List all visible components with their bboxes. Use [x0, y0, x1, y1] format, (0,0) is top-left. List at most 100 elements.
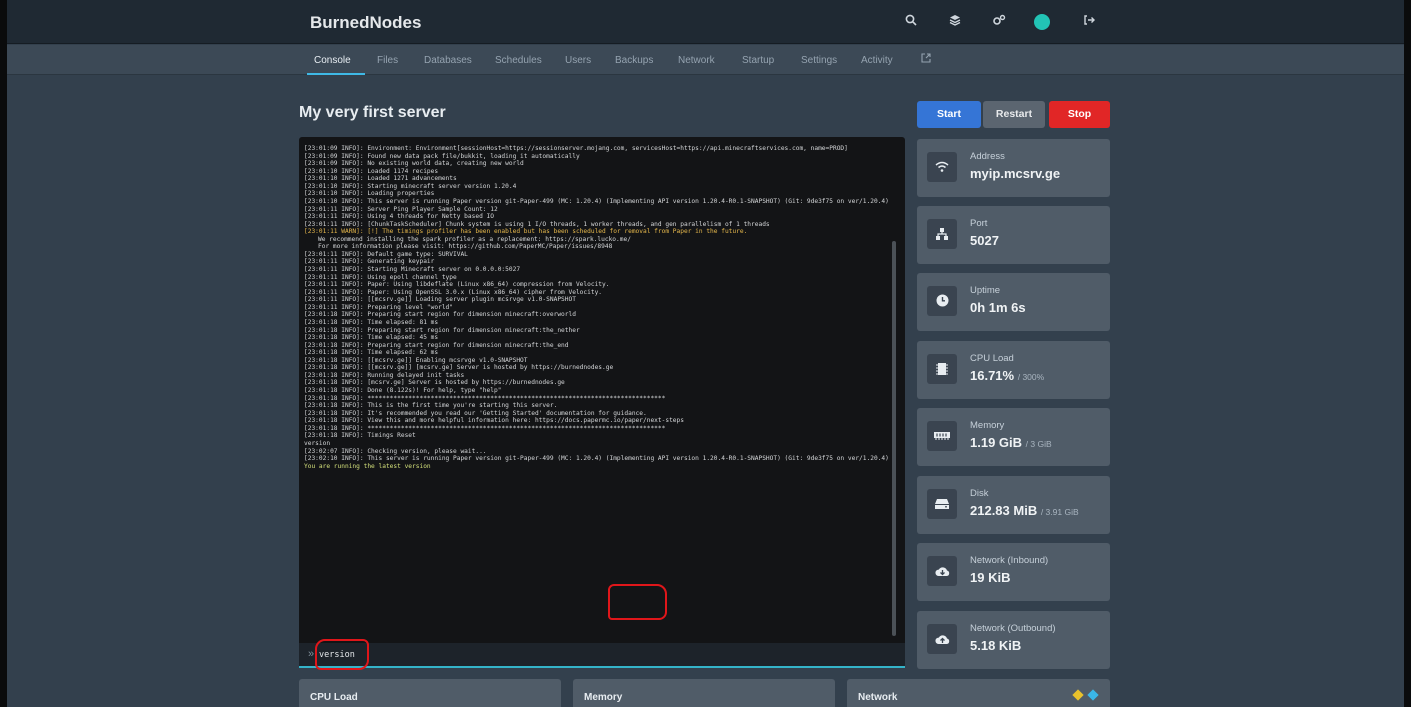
console-line: [23:01:09 INFO]: No existing world data,… — [304, 160, 524, 168]
card-title: Memory — [584, 692, 623, 703]
card-title: CPU Load — [310, 692, 358, 703]
disk-icon — [927, 489, 957, 519]
tab-startup[interactable]: Startup — [742, 55, 774, 66]
console-line: [23:01:10 INFO]: Loaded 1271 advancement… — [304, 175, 457, 183]
tab-schedules[interactable]: Schedules — [495, 55, 542, 66]
console-line: [23:01:11 INFO]: Using 4 threads for Net… — [304, 213, 494, 221]
console-line: [23:01:10 INFO]: Loaded 1174 recipes — [304, 167, 439, 175]
stop-button[interactable]: Stop — [1049, 101, 1110, 128]
console-line: [23:01:11 INFO]: Paper: Using libdeflate… — [304, 281, 610, 289]
stat-value: 16.71% / 300% — [970, 368, 1045, 383]
console-line: [23:01:18 INFO]: Preparing start region … — [304, 326, 580, 334]
upload-legend-icon — [1072, 689, 1084, 701]
active-tab-indicator — [307, 73, 365, 75]
console-line: [23:01:18 INFO]: Running delayed init ta… — [304, 371, 465, 379]
console-line: [23:01:11 INFO]: [ChunkTaskScheduler] Ch… — [304, 220, 770, 228]
console-output[interactable]: [23:01:09 INFO]: Environment: Environmen… — [299, 137, 905, 643]
stat-label: Disk — [970, 488, 989, 499]
search-icon[interactable] — [901, 12, 921, 32]
stat-card-disk: Disk 212.83 MiB / 3.91 GiB — [917, 476, 1110, 534]
brand-logo[interactable]: BurnedNodes — [310, 13, 421, 33]
nav-bar: Console Files Databases Schedules Users … — [7, 45, 1404, 75]
console-scrollbar[interactable] — [892, 241, 896, 636]
stat-card-memory: Memory 1.19 GiB / 3 GiB — [917, 408, 1110, 466]
stat-label: Network (Outbound) — [970, 623, 1056, 634]
stat-label: Port — [970, 218, 988, 229]
console-line: [23:01:09 INFO]: Found new data pack fil… — [304, 152, 580, 160]
start-button[interactable]: Start — [917, 101, 981, 128]
memory-icon — [927, 421, 957, 451]
cloud-download-icon — [927, 556, 957, 586]
console-line: [23:01:18 INFO]: Done (8.122s)! For help… — [304, 387, 502, 394]
restart-button[interactable]: Restart — [983, 101, 1045, 128]
logout-icon[interactable] — [1079, 12, 1099, 32]
tab-activity[interactable]: Activity — [861, 55, 893, 66]
stat-card-network-outbound: Network (Outbound) 5.18 KiB — [917, 611, 1110, 669]
stat-label: Uptime — [970, 285, 1001, 296]
tab-files[interactable]: Files — [377, 55, 398, 66]
card-title: Network — [858, 692, 898, 703]
console-line: [23:01:11 INFO]: Default game type: SURV… — [304, 250, 468, 258]
console-line: [23:01:18 INFO]: ***********************… — [304, 424, 666, 432]
clock-icon — [927, 286, 957, 316]
tab-settings[interactable]: Settings — [801, 55, 837, 66]
command-input[interactable] — [319, 647, 879, 663]
command-bar: » — [299, 643, 905, 668]
wifi-icon — [927, 152, 957, 182]
gears-icon[interactable] — [989, 12, 1009, 32]
memory-graph-card: Memory — [573, 679, 835, 707]
console-line: [23:01:11 INFO]: Using epoll channel typ… — [304, 273, 457, 281]
console-line: [23:01:18 INFO]: Time elapsed: 62 ms — [304, 349, 439, 357]
stat-value: 19 KiB — [970, 570, 1011, 585]
tab-databases[interactable]: Databases — [424, 55, 472, 66]
console-line: [23:01:18 INFO]: [[mcsrv.ge]] [mcsrv.ge]… — [304, 364, 614, 372]
console-line: We recommend installing the spark profil… — [318, 235, 631, 243]
tab-network[interactable]: Network — [678, 55, 715, 66]
console-line: [23:01:11 INFO]: Paper: Using OpenSSL 3.… — [304, 288, 603, 296]
console-line: You are running the latest version — [304, 462, 431, 470]
console-line: [23:01:10 INFO]: This server is running … — [304, 197, 889, 205]
console-line: [23:01:11 INFO]: Generating keypair — [304, 258, 435, 266]
stat-value: myip.mcsrv.ge — [970, 166, 1061, 181]
stat-label: CPU Load — [970, 353, 1014, 364]
console-line: [23:01:10 INFO]: Loading properties — [304, 190, 435, 198]
top-bar: BurnedNodes — [7, 0, 1404, 44]
annotation-highlight-command — [315, 639, 369, 670]
network-icon — [927, 219, 957, 249]
stat-card-network-inbound: Network (Inbound) 19 KiB — [917, 543, 1110, 601]
console-line: [23:01:18 INFO]: Preparing start region … — [304, 311, 576, 319]
console-line: [23:02:10 INFO]: This server is running … — [304, 455, 889, 463]
stat-label: Memory — [970, 420, 1005, 431]
console-line: [23:01:11 INFO]: [[mcsrv.ge]] Loading se… — [304, 296, 576, 304]
download-legend-icon — [1087, 689, 1099, 701]
console-line: [23:02:07 INFO]: Checking version, pleas… — [304, 447, 487, 455]
stat-value: 5027 — [970, 233, 999, 248]
console-line: [23:01:18 INFO]: ***********************… — [304, 394, 666, 402]
stat-card-address: Address myip.mcsrv.ge — [917, 139, 1110, 197]
console-line: [23:01:11 INFO]: Preparing level "world" — [304, 303, 454, 311]
stat-label: Network (Inbound) — [970, 555, 1049, 566]
page-title: My very first server — [299, 104, 446, 121]
console-line: [23:01:11 INFO]: Starting Minecraft serv… — [304, 266, 521, 273]
stat-card-cpu: CPU Load 16.71% / 300% — [917, 341, 1110, 399]
console-line: [23:01:11 INFO]: Server Ping Player Samp… — [304, 205, 498, 213]
console-line: [23:01:18 INFO]: View this and more help… — [304, 417, 684, 425]
console-line: [23:01:18 INFO]: Time elapsed: 45 ms — [304, 334, 439, 342]
tab-console[interactable]: Console — [314, 55, 351, 66]
console-line: [23:01:18 INFO]: Timings Reset — [304, 432, 416, 440]
external-link-icon[interactable] — [921, 53, 931, 66]
tab-users[interactable]: Users — [565, 55, 591, 66]
console-line: [23:01:18 INFO]: It's recommended you re… — [304, 409, 647, 417]
cpu-load-graph-card: CPU Load — [299, 679, 561, 707]
console-line: [23:01:18 INFO]: This is the first time … — [304, 402, 558, 410]
console-line: [23:01:18 INFO]: [[mcsrv.ge]] Enabling m… — [304, 356, 528, 364]
console-line: [23:01:11 WARN]: [!] The timings profile… — [304, 228, 748, 236]
console-line: [23:01:18 INFO]: [mcsrv.ge] Server is ho… — [304, 379, 565, 387]
avatar[interactable] — [1034, 14, 1050, 30]
console-line: version — [304, 439, 331, 447]
app-frame: BurnedNodes Console Files Databases Sche… — [7, 0, 1404, 707]
cpu-icon — [927, 354, 957, 384]
console-log: [23:01:09 INFO]: Environment: Environmen… — [304, 145, 890, 470]
tab-backups[interactable]: Backups — [615, 55, 653, 66]
layers-icon[interactable] — [945, 12, 965, 32]
